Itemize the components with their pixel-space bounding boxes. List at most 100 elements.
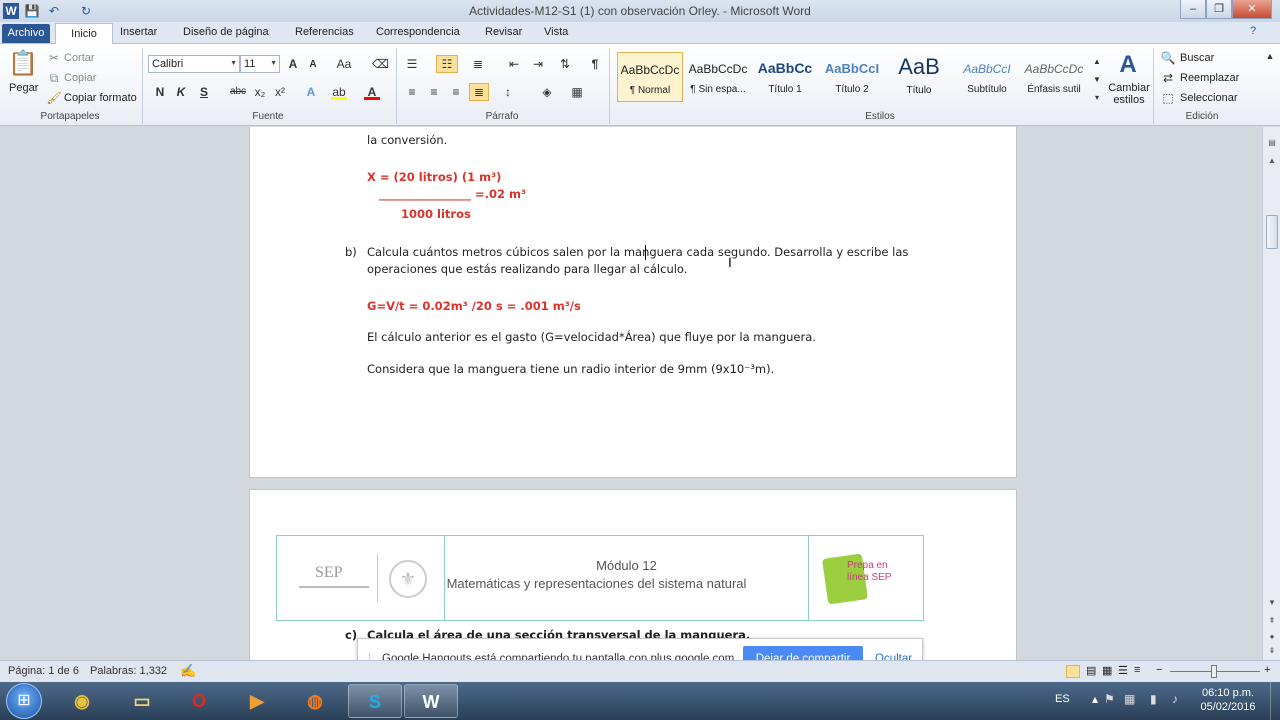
scroll-thumb[interactable] xyxy=(1266,215,1278,249)
signal-icon[interactable]: ▮ xyxy=(1150,692,1157,706)
tab-archivo[interactable]: Archivo xyxy=(2,24,50,43)
next-page-icon[interactable]: ⇟ xyxy=(1266,645,1278,657)
text-effects-icon[interactable]: A xyxy=(303,84,319,100)
style-subtitle[interactable]: AaBbCcI Subtítulo xyxy=(954,52,1020,102)
tab-diseno[interactable]: Diseño de página xyxy=(183,26,269,38)
bold-button[interactable]: N xyxy=(152,84,168,100)
draft-icon[interactable]: ≡ xyxy=(1134,664,1140,676)
change-case-icon[interactable]: Aa xyxy=(333,56,355,72)
italic-button[interactable]: K xyxy=(173,84,189,100)
tab-correspondencia[interactable]: Correspondencia xyxy=(376,26,460,38)
justify-icon[interactable]: ≣ xyxy=(469,83,489,101)
shading-icon[interactable]: ◈ xyxy=(539,84,555,100)
find-button[interactable]: Buscar xyxy=(1180,52,1214,64)
taskbar-explorer[interactable]: ▭ xyxy=(115,684,169,718)
browse-object-icon[interactable]: ● xyxy=(1266,631,1278,643)
select-button[interactable]: Seleccionar xyxy=(1180,92,1237,104)
style-heading-2[interactable]: AaBbCcI Título 2 xyxy=(819,52,885,102)
paste-icon[interactable]: 📋 xyxy=(8,50,38,78)
numbering-icon[interactable]: ☷ xyxy=(436,55,458,73)
tab-insertar[interactable]: Insertar xyxy=(120,26,157,38)
full-screen-icon[interactable]: ▤ xyxy=(1086,664,1096,677)
paste-button[interactable]: Pegar xyxy=(9,82,38,94)
taskbar-skype[interactable]: S xyxy=(348,684,402,718)
tab-vista[interactable]: Vista xyxy=(544,26,568,38)
font-color-icon[interactable]: A xyxy=(364,84,380,100)
bullets-icon[interactable]: ☰ xyxy=(404,56,420,72)
change-styles-icon[interactable]: A xyxy=(1114,52,1142,78)
page-1[interactable]: la conversión. X = (20 litros) (1 m³) __… xyxy=(250,127,1016,477)
close-button[interactable]: ✕ xyxy=(1232,0,1272,19)
change-styles-button[interactable]: Cambiar estilos xyxy=(1106,82,1152,106)
minimize-button[interactable]: – xyxy=(1180,0,1206,19)
tab-referencias[interactable]: Referencias xyxy=(295,26,354,38)
flag-icon[interactable]: ⚑ xyxy=(1104,692,1115,706)
volume-icon[interactable]: ♪ xyxy=(1172,692,1178,706)
word-count[interactable]: Palabras: 1,332 xyxy=(90,665,167,677)
help-icon[interactable]: ? xyxy=(1250,25,1256,37)
zoom-out-icon[interactable]: − xyxy=(1156,664,1162,676)
zoom-slider-thumb[interactable] xyxy=(1211,665,1217,678)
grow-font-icon[interactable]: A xyxy=(285,56,301,72)
network-icon[interactable]: ▦ xyxy=(1124,692,1135,706)
tab-inicio[interactable]: Inicio xyxy=(55,23,113,44)
taskbar-opera[interactable]: O xyxy=(172,684,226,718)
line-spacing-icon[interactable]: ↕ xyxy=(500,84,516,100)
taskbar-chrome[interactable]: ◉ xyxy=(55,684,109,718)
print-layout-icon[interactable] xyxy=(1066,665,1080,678)
align-center-icon[interactable]: ≡ xyxy=(426,84,442,100)
style-heading-1[interactable]: AaBbCc Título 1 xyxy=(752,52,818,102)
increase-indent-icon[interactable]: ⇥ xyxy=(530,56,546,72)
borders-icon[interactable]: ▦ xyxy=(569,84,585,100)
clock[interactable]: 06:10 p.m. 05/02/2016 xyxy=(1190,686,1266,714)
style-sample: AaBbCcI xyxy=(963,62,1011,76)
style-title[interactable]: AaB Título xyxy=(886,52,952,102)
cut-button[interactable]: Cortar xyxy=(64,52,95,64)
align-left-icon[interactable]: ≡ xyxy=(404,84,420,100)
format-painter-button[interactable]: Copiar formato xyxy=(64,92,137,104)
vertical-scrollbar[interactable]: ▤ ▲ ▼ ⇞ ● ⇟ xyxy=(1262,127,1280,660)
styles-more-icon[interactable]: ▾ xyxy=(1089,90,1105,106)
font-size-combo[interactable]: 11 ▼ xyxy=(240,55,280,73)
style-subtle-emphasis[interactable]: AaBbCcDc Énfasis sutil xyxy=(1021,52,1087,102)
sort-icon[interactable]: ⇅ xyxy=(557,56,573,72)
outline-icon[interactable]: ☰ xyxy=(1118,664,1128,677)
taskbar-firefox[interactable]: ◍ xyxy=(288,684,342,718)
font-name-combo[interactable]: Calibri ▼ xyxy=(148,55,240,73)
taskbar-word[interactable]: W xyxy=(404,684,458,718)
web-layout-icon[interactable]: ▦ xyxy=(1102,664,1112,677)
style-no-spacing[interactable]: AaBbCcDc ¶ Sin espa... xyxy=(685,52,751,102)
taskbar-media[interactable]: ▶ xyxy=(230,684,284,718)
clear-format-icon[interactable]: ⌫ xyxy=(372,56,389,72)
proofing-icon[interactable]: ✍ xyxy=(180,663,196,679)
decrease-indent-icon[interactable]: ⇤ xyxy=(506,56,522,72)
maximize-button[interactable]: ❐ xyxy=(1206,0,1232,19)
shrink-font-icon[interactable]: A xyxy=(305,57,321,73)
tray-arrow-icon[interactable]: ▴ xyxy=(1092,692,1098,706)
replace-button[interactable]: Reemplazar xyxy=(1180,72,1239,84)
language-indicator[interactable]: ES xyxy=(1055,693,1070,705)
page-count[interactable]: Página: 1 de 6 xyxy=(8,665,79,677)
copy-button[interactable]: Copiar xyxy=(64,72,96,84)
show-desktop-button[interactable] xyxy=(1270,682,1280,720)
show-marks-icon[interactable]: ¶ xyxy=(587,56,603,72)
underline-button[interactable]: S xyxy=(196,84,212,100)
highlight-icon[interactable]: ab xyxy=(331,84,347,100)
scroll-down-icon[interactable]: ▼ xyxy=(1266,597,1278,609)
superscript-button[interactable]: x² xyxy=(272,84,288,100)
subscript-button[interactable]: x₂ xyxy=(252,84,268,100)
multilevel-list-icon[interactable]: ≣ xyxy=(470,56,486,72)
start-button[interactable]: ⊞ xyxy=(6,683,42,719)
prev-page-icon[interactable]: ⇞ xyxy=(1266,615,1278,627)
tab-revisar[interactable]: Revisar xyxy=(485,26,522,38)
styles-scroll-down-icon[interactable]: ▼ xyxy=(1089,72,1105,88)
align-right-icon[interactable]: ≡ xyxy=(448,84,464,100)
ruler-toggle-icon[interactable]: ▤ xyxy=(1266,137,1278,149)
scroll-up-icon[interactable]: ▲ xyxy=(1266,155,1278,167)
strikethrough-button[interactable]: abc xyxy=(228,84,248,100)
dropdown-arrow-icon: ▼ xyxy=(230,60,237,67)
collapse-ribbon-icon[interactable]: ▲ xyxy=(1262,48,1278,64)
style-normal[interactable]: AaBbCcDc ¶ Normal xyxy=(617,52,683,102)
styles-scroll-up-icon[interactable]: ▲ xyxy=(1089,54,1105,70)
zoom-in-icon[interactable]: + xyxy=(1264,664,1270,676)
